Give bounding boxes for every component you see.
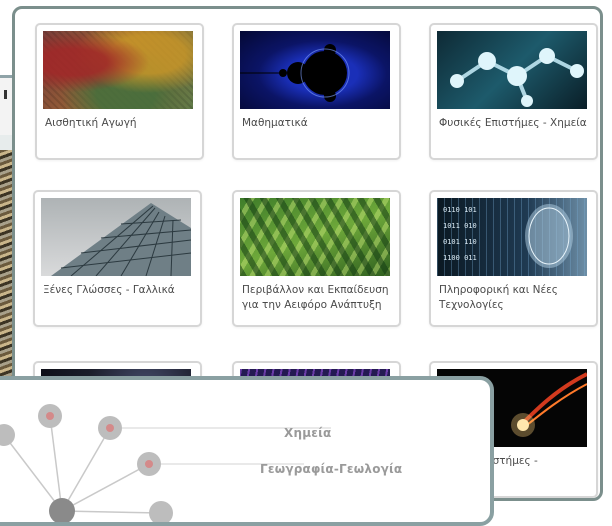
digital-face-thumbnail: 0110 101 1011 010 0101 110 1100 011: [437, 198, 587, 276]
svg-text:0110 101: 0110 101: [443, 206, 477, 214]
card-label: Περιβάλλον και Εκπαίδευση για την Αειφόρ…: [242, 284, 389, 311]
subject-graph-panel: Χημεία Γεωγραφία-Γεωλογία: [0, 376, 494, 526]
background-text-fragment: [4, 90, 7, 99]
molecule-model-thumbnail: [437, 31, 587, 109]
green-leaves-thumbnail: [240, 198, 390, 276]
graph-node[interactable]: [98, 416, 122, 440]
subject-card-french[interactable]: Ξένες Γλώσσες - Γαλλικά: [33, 190, 202, 327]
graph-node[interactable]: [38, 404, 62, 428]
graph-node[interactable]: [0, 424, 15, 446]
card-label: Μαθηματικά: [242, 117, 308, 129]
graph-hub-node[interactable]: [49, 498, 75, 524]
svg-text:1100 011: 1100 011: [443, 254, 477, 262]
graph-node-label-geography-geology[interactable]: Γεωγραφία-Γεωλογία: [260, 462, 402, 476]
graph-node[interactable]: [137, 452, 161, 476]
card-label: Φυσικές Επιστήμες - Χημεία: [439, 117, 587, 129]
card-label: Αισθητική Αγωγή: [45, 117, 137, 129]
card-label: Πληροφορική και Νέες Τεχνολογίες: [439, 284, 558, 311]
svg-text:0101 110: 0101 110: [443, 238, 477, 246]
graph-node-label-chemistry[interactable]: Χημεία: [284, 426, 331, 440]
subject-card-environment[interactable]: Περιβάλλον και Εκπαίδευση για την Αειφόρ…: [232, 190, 401, 327]
subject-card-physics-chemistry[interactable]: Φυσικές Επιστήμες - Χημεία: [429, 23, 598, 160]
mandelbrot-fractal-thumbnail: [240, 31, 390, 109]
card-label: Ξένες Γλώσσες - Γαλλικά: [43, 284, 175, 296]
card-label: ...ιστήμες -: [479, 455, 538, 467]
subject-card-aesthetic-education[interactable]: Αισθητική Αγωγή: [35, 23, 204, 160]
graph-node[interactable]: [149, 501, 173, 525]
painted-texture-thumbnail: [43, 31, 193, 109]
subject-card-computer-science[interactable]: 0110 101 1011 010 0101 110 1100 011 Πληροφ…: [429, 190, 598, 327]
graph-edge: [61, 510, 162, 514]
subject-card-mathematics[interactable]: Μαθηματικά: [232, 23, 401, 160]
svg-text:1011 010: 1011 010: [443, 222, 477, 230]
glass-pyramid-thumbnail: [41, 198, 191, 276]
